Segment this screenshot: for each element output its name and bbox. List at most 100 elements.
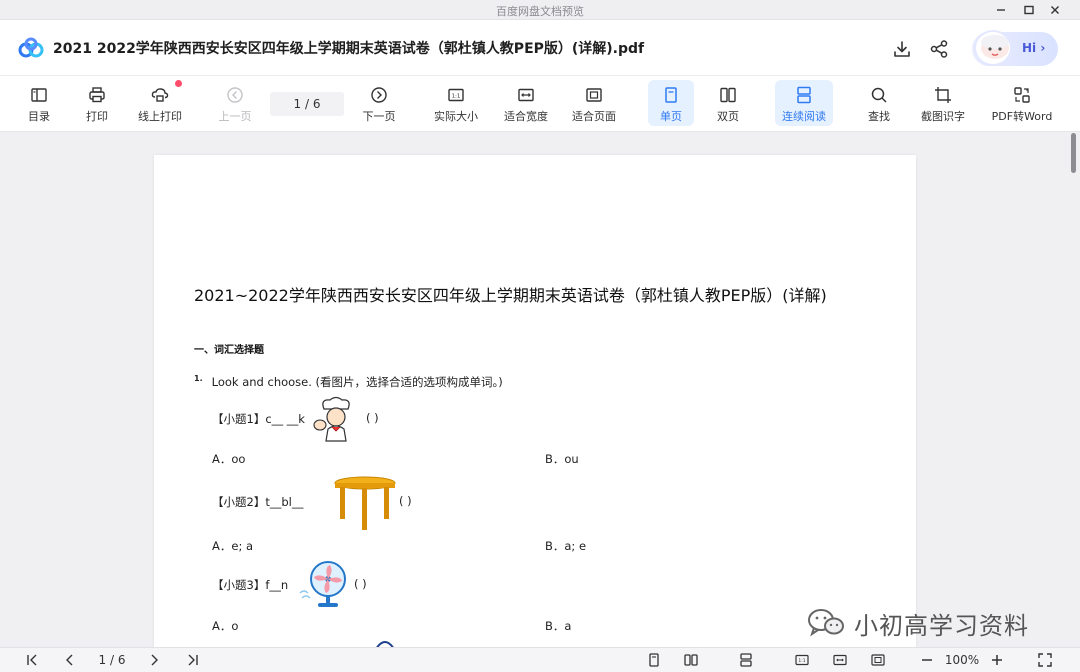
item-1-option-a: A．oo bbox=[212, 452, 246, 466]
scrollbar-thumb[interactable] bbox=[1071, 133, 1076, 173]
share-button[interactable] bbox=[927, 37, 951, 61]
ocr-label: 截图识字 bbox=[921, 110, 965, 123]
close-icon bbox=[1051, 6, 1059, 14]
continuous-read-icon bbox=[740, 653, 752, 667]
item-1-stem: 【小题1】c__ __k bbox=[212, 412, 305, 426]
cloud-print-icon bbox=[151, 88, 169, 102]
fit-width-icon bbox=[518, 88, 534, 102]
item-3-option-a: A．o bbox=[212, 619, 239, 633]
zoom-in-button[interactable] bbox=[987, 651, 1007, 669]
toc-button[interactable]: 目录 bbox=[22, 80, 56, 126]
double-page-icon bbox=[684, 654, 698, 666]
document-title: 2021 2022学年陕西西安长安区四年级上学期期末英语试卷（郭杜镇人教PEP版… bbox=[53, 41, 645, 57]
first-page-button[interactable] bbox=[22, 651, 42, 669]
item-2-option-a: A．e; a bbox=[212, 539, 254, 553]
prev-page-button[interactable]: 上一页 bbox=[215, 80, 255, 126]
single-page-icon bbox=[649, 653, 659, 667]
item-2-answer-paren: ( ) bbox=[399, 494, 412, 508]
share-icon bbox=[930, 40, 948, 58]
status-single-page-button[interactable] bbox=[644, 651, 664, 669]
status-prev-page-button[interactable] bbox=[60, 651, 80, 669]
chevron-right-icon bbox=[151, 654, 158, 666]
continuous-read-label: 连续阅读 bbox=[782, 110, 826, 123]
status-fit-page-button[interactable] bbox=[868, 651, 888, 669]
crop-ocr-icon bbox=[935, 87, 951, 103]
section-heading: 一、词汇选择题 bbox=[194, 345, 264, 356]
pdf-to-word-button[interactable]: PDF转Word bbox=[987, 80, 1057, 126]
svg-text:1:1: 1:1 bbox=[798, 658, 805, 664]
table-image bbox=[334, 476, 396, 530]
next-item-image-partial bbox=[376, 641, 394, 647]
double-page-button[interactable]: 双页 bbox=[707, 80, 749, 126]
assistant-hi-button[interactable]: Hi › bbox=[972, 30, 1058, 66]
page-number-input[interactable]: 1 / 6 bbox=[270, 92, 344, 116]
download-icon bbox=[894, 41, 910, 57]
question-number: 1. bbox=[194, 374, 203, 383]
item-2-option-b: B．a; e bbox=[545, 539, 587, 553]
online-print-label: 线上打印 bbox=[138, 110, 182, 123]
prev-page-label: 上一页 bbox=[218, 110, 252, 123]
baidu-netdisk-logo-icon bbox=[18, 37, 44, 58]
question-text: Look and choose. (看图片，选择合适的选项构成单词。) bbox=[211, 375, 503, 389]
minimize-icon bbox=[997, 9, 1005, 11]
find-label: 查找 bbox=[868, 110, 890, 123]
fullscreen-button[interactable] bbox=[1035, 651, 1055, 669]
fit-width-button[interactable]: 适合宽度 bbox=[500, 80, 552, 126]
status-next-page-button[interactable] bbox=[144, 651, 164, 669]
assistant-avatar bbox=[974, 30, 1012, 66]
maximize-icon bbox=[1024, 5, 1034, 15]
question-1: 1. Look and choose. (看图片，选择合适的选项构成单词。) bbox=[194, 374, 503, 390]
single-page-icon bbox=[665, 87, 677, 103]
next-page-button[interactable]: 下一页 bbox=[358, 80, 400, 126]
item-1-answer-paren: ( ) bbox=[366, 411, 379, 425]
ocr-button[interactable]: 截图识字 bbox=[916, 80, 970, 126]
search-icon bbox=[871, 87, 887, 103]
item-2-stem: 【小题2】t__bl__ bbox=[212, 495, 304, 509]
single-page-button[interactable]: 单页 bbox=[648, 80, 694, 126]
status-continuous-button[interactable] bbox=[736, 651, 756, 669]
sidebar-toc-icon bbox=[31, 88, 47, 102]
chevron-left-icon bbox=[66, 654, 73, 666]
status-double-page-button[interactable] bbox=[681, 651, 701, 669]
zoom-level[interactable]: 100% bbox=[942, 651, 982, 669]
status-actual-size-button[interactable]: 1:1 bbox=[792, 651, 812, 669]
download-button[interactable] bbox=[890, 37, 914, 61]
next-circle-icon bbox=[371, 87, 387, 103]
item-3-stem: 【小题3】f__n bbox=[212, 578, 289, 592]
print-button[interactable]: 打印 bbox=[80, 80, 114, 126]
continuous-read-button[interactable]: 连续阅读 bbox=[775, 80, 833, 126]
toc-label: 目录 bbox=[28, 110, 50, 123]
pdf-to-word-label: PDF转Word bbox=[991, 110, 1053, 123]
maximize-button[interactable] bbox=[1016, 0, 1042, 20]
document-viewport[interactable]: 2021~2022学年陕西西安长安区四年级上学期期末英语试卷（郭杜镇人教PEP版… bbox=[0, 133, 1080, 647]
minimize-button[interactable] bbox=[988, 0, 1014, 20]
document-header: 2021 2022学年陕西西安长安区四年级上学期期末英语试卷（郭杜镇人教PEP版… bbox=[0, 20, 1080, 76]
fullscreen-icon bbox=[1038, 653, 1052, 667]
fit-page-button[interactable]: 适合页面 bbox=[568, 80, 620, 126]
wechat-icon bbox=[808, 609, 844, 637]
close-window-button[interactable] bbox=[1042, 0, 1068, 20]
find-button[interactable]: 查找 bbox=[862, 80, 896, 126]
status-fit-width-button[interactable] bbox=[830, 651, 850, 669]
print-label: 打印 bbox=[86, 110, 108, 123]
actual-size-label: 实际大小 bbox=[434, 110, 478, 123]
continuous-read-icon bbox=[797, 86, 811, 104]
item-3-option-b: B．a bbox=[545, 619, 572, 633]
zoom-out-button[interactable] bbox=[917, 651, 937, 669]
prev-circle-icon bbox=[227, 87, 243, 103]
fit-width-label: 适合宽度 bbox=[504, 110, 548, 123]
svg-text:1:1: 1:1 bbox=[452, 94, 461, 100]
vertical-scrollbar[interactable] bbox=[1068, 133, 1080, 647]
window-title: 百度网盘文档预览 bbox=[496, 5, 584, 18]
printer-icon bbox=[89, 87, 105, 103]
actual-size-button[interactable]: 1:1 实际大小 bbox=[430, 80, 482, 126]
assistant-hi-label: Hi › bbox=[1022, 41, 1046, 55]
fit-page-icon bbox=[586, 88, 602, 102]
double-page-label: 双页 bbox=[717, 110, 739, 123]
last-page-button[interactable] bbox=[183, 651, 203, 669]
item-3-answer-paren: ( ) bbox=[354, 577, 367, 591]
notification-badge bbox=[175, 80, 182, 87]
minus-icon bbox=[922, 659, 932, 661]
status-page-indicator[interactable]: 1 / 6 bbox=[90, 651, 134, 669]
cook-image bbox=[313, 396, 350, 442]
